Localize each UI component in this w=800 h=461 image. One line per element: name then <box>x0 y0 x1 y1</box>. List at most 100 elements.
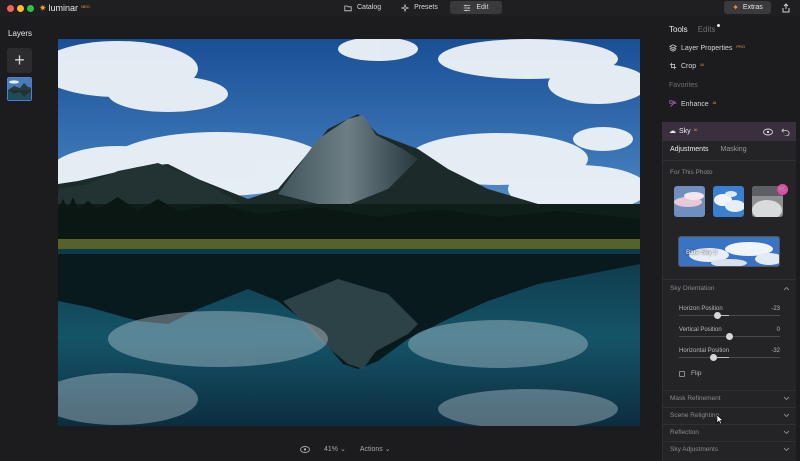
tool-label: Layer Properties <box>681 44 733 52</box>
bottom-toolbar: 41% ⌄ Actions ⌄ <box>300 445 391 453</box>
layer-thumbnail-image <box>8 78 31 100</box>
sky-preset-thumb[interactable] <box>674 186 705 217</box>
ai-tag: AI <box>712 100 717 105</box>
slider-track[interactable] <box>679 312 780 319</box>
ai-tag: AI <box>693 127 698 132</box>
chevron-down-icon <box>783 413 790 418</box>
divider <box>662 390 796 391</box>
extras-icon: ✦ <box>732 3 739 12</box>
reflection-section[interactable]: Reflection <box>670 429 790 436</box>
cart-icon[interactable]: 🛒 <box>777 184 788 195</box>
layers-title: Layers <box>8 29 33 38</box>
sky-adjustments-section[interactable]: Sky Adjustments <box>670 446 790 453</box>
sky-preset-thumbnails <box>674 186 783 217</box>
app-logo-text: luminar <box>48 3 79 13</box>
presets-mode-label: Presets <box>414 4 438 11</box>
for-this-photo-label: For This Photo <box>670 169 713 176</box>
selected-sky-label: Blue Sky 3 <box>686 249 718 256</box>
share-icon[interactable] <box>781 3 791 13</box>
sky-preset-image <box>674 186 705 217</box>
divider <box>662 279 796 280</box>
scene-relighting-section[interactable]: Scene Relighting <box>670 412 790 419</box>
slider-label: Horizontal Position <box>679 348 730 354</box>
slider-label: Vertical Position <box>679 327 722 333</box>
compare-eye-icon[interactable] <box>300 445 310 453</box>
edit-mode-label: Edit <box>476 4 489 11</box>
reset-undo-icon[interactable] <box>781 127 790 136</box>
crop-icon <box>669 62 677 70</box>
tab-edits[interactable]: Edits <box>697 24 721 34</box>
section-label: Reflection <box>670 429 699 436</box>
extras-label: Extras <box>742 4 763 11</box>
vertical-position-slider[interactable]: Vertical Position 0 <box>679 327 780 340</box>
chevron-down-icon: ⌄ <box>339 446 346 453</box>
minimize-window-button[interactable] <box>17 5 24 12</box>
sparkle-icon <box>401 3 410 12</box>
layer-thumbnail[interactable] <box>7 77 32 101</box>
sky-title-label: Sky <box>679 127 691 135</box>
sky-tool-title: ☁ Sky AI <box>669 127 697 135</box>
catalog-mode-button[interactable]: Catalog <box>336 1 389 14</box>
folder-icon <box>344 5 352 11</box>
tab-tools[interactable]: Tools <box>669 25 688 34</box>
section-label: Sky Adjustments <box>670 446 719 453</box>
mask-refinement-section[interactable]: Mask Refinement <box>670 395 790 402</box>
zoom-value: 41% <box>324 446 339 453</box>
favorites-heading: Favorites <box>669 82 698 89</box>
add-layer-button[interactable]: + <box>7 48 32 73</box>
ai-tag: AI <box>700 62 704 67</box>
slider-track[interactable] <box>679 354 780 361</box>
app-logo-badge: NEO <box>81 3 90 9</box>
sky-selection-dropdown[interactable]: Blue Sky 3 <box>678 236 780 267</box>
sky-preset-image <box>713 186 744 217</box>
horizon-position-slider[interactable]: Horizon Position -23 <box>679 306 780 319</box>
section-label: Mask Refinement <box>670 395 721 402</box>
slider-handle[interactable] <box>726 333 733 340</box>
pro-tag: PRO <box>736 44 746 49</box>
tool-enhance[interactable]: Enhance AI <box>669 100 716 108</box>
chevron-up-icon <box>783 286 790 291</box>
chevron-down-icon <box>783 447 790 452</box>
chevron-down-icon <box>783 396 790 401</box>
sky-tool-header[interactable]: ☁ Sky AI <box>662 122 796 141</box>
extras-button[interactable]: ✦ Extras <box>724 1 771 14</box>
visibility-eye-icon[interactable] <box>763 128 773 136</box>
tool-label: Enhance <box>681 100 709 108</box>
tool-label: Crop <box>681 62 697 70</box>
add-layer-icon: + <box>14 50 25 70</box>
tool-crop[interactable]: Crop AI <box>669 62 704 70</box>
tab-masking[interactable]: Masking <box>721 146 747 153</box>
horizontal-position-slider[interactable]: Horizontal Position -32 <box>679 348 780 361</box>
edit-mode-button[interactable]: Edit <box>449 1 502 14</box>
close-window-button[interactable] <box>7 5 14 12</box>
cloud-icon: ☁ <box>669 128 676 135</box>
flip-checkbox[interactable]: Flip <box>679 370 701 377</box>
right-panel-tabs: Tools Edits <box>669 24 721 34</box>
actions-dropdown[interactable]: Actions ⌄ <box>360 445 391 453</box>
sky-subtabs: Adjustments Masking <box>670 146 747 153</box>
fullscreen-window-button[interactable] <box>27 5 34 12</box>
slider-value: -32 <box>771 348 780 354</box>
slider-handle[interactable] <box>709 354 717 361</box>
tab-edits-label: Edits <box>697 25 716 34</box>
sky-orientation-section[interactable]: Sky Orientation <box>670 285 790 292</box>
slider-value: -23 <box>771 306 780 312</box>
tool-layer-properties[interactable]: Layer Properties PRO <box>669 44 745 52</box>
section-label: Sky Orientation <box>670 285 715 292</box>
sky-preset-thumb[interactable] <box>713 186 744 217</box>
divider <box>662 407 796 408</box>
catalog-mode-label: Catalog <box>357 4 382 11</box>
sliders-icon <box>464 4 471 11</box>
slider-value: 0 <box>776 327 780 333</box>
presets-mode-button[interactable]: Presets <box>393 1 446 14</box>
divider <box>662 441 796 442</box>
checkbox-box[interactable] <box>679 370 685 377</box>
photo-canvas[interactable] <box>58 39 640 426</box>
tab-adjustments[interactable]: Adjustments <box>670 146 709 153</box>
layers-icon <box>669 44 677 52</box>
slider-track[interactable] <box>679 333 780 340</box>
zoom-dropdown[interactable]: 41% ⌄ <box>324 445 346 453</box>
landscape-photo <box>58 39 640 426</box>
edits-indicator-dot <box>717 24 721 27</box>
app-logo: ✷ luminar NEO <box>39 2 90 14</box>
